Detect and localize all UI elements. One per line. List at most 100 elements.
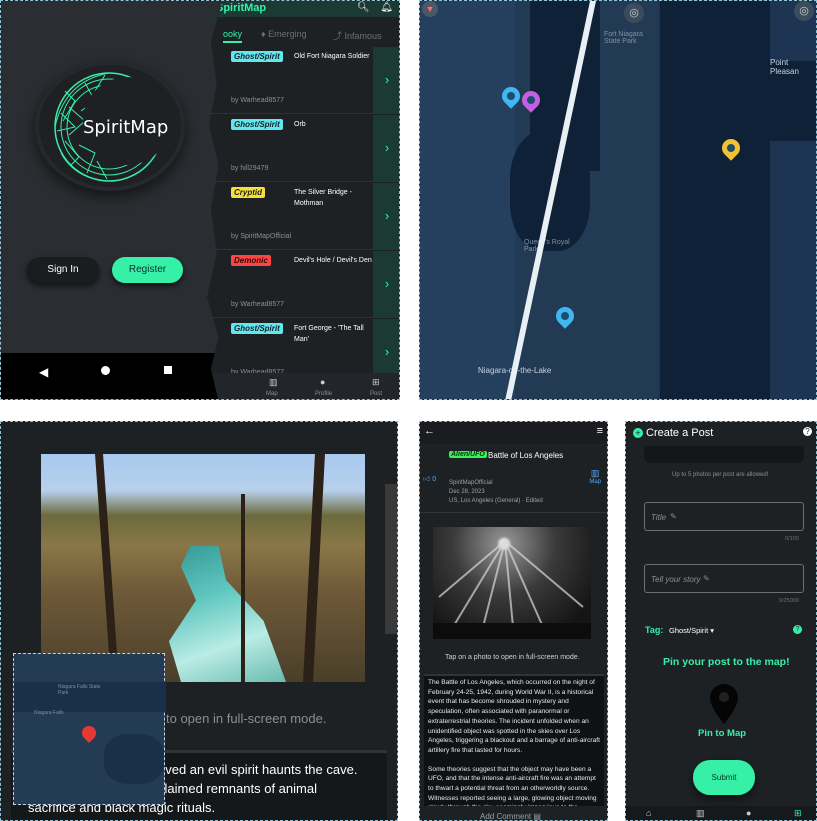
chevron-right-icon[interactable]: › — [373, 183, 399, 249]
trend-icon: ⤴ — [333, 31, 345, 41]
map-label-point: Point Pleasan — [770, 58, 799, 76]
recent-apps-icon[interactable] — [164, 366, 172, 374]
fullscreen-hint: to open in full-screen mode. — [166, 711, 327, 726]
map-icon[interactable]: ▥ — [269, 377, 278, 388]
title-count: 0/100 — [785, 536, 799, 542]
photo-view-panel: to open in full-screen mode. eved an evi… — [0, 421, 398, 821]
fullscreen-hint: Tap on a photo to open in full-screen mo… — [445, 654, 580, 661]
feed-screen: SpiritMap 🔍︎ 🔔︎ ooky ♦ Emerging ⤴ Infamo… — [207, 1, 399, 399]
photo-tree — [303, 454, 325, 682]
feed-post-row[interactable]: Ghost/SpiritOld Fort Niagara Soldier11by… — [207, 47, 399, 114]
lake-area — [420, 1, 515, 399]
post-title: Devil's Hole / Devil's Den — [294, 257, 372, 264]
post-body-text: The Battle of Los Angeles, which occurre… — [428, 679, 600, 811]
map-shortcut[interactable]: ▥ Map — [589, 468, 601, 485]
title-input[interactable]: Title ✎ — [644, 502, 804, 531]
thumbs-up-icon: 👍︎ — [423, 476, 431, 483]
nav-map-label[interactable]: Map — [266, 391, 278, 397]
sign-in-button[interactable]: Sign In — [27, 257, 99, 283]
chevron-right-icon[interactable]: › — [373, 47, 399, 113]
back-icon[interactable]: ◀ — [39, 365, 48, 379]
back-arrow-icon[interactable]: ← — [424, 425, 435, 437]
inset-label-falls: Niagara Falls — [34, 710, 64, 716]
like-count[interactable]: 👍︎ 0 — [423, 474, 436, 483]
photo-tree — [95, 454, 119, 682]
post-tag: Ghost/Spirit — [231, 119, 283, 130]
tab-emerging[interactable]: ♦ Emerging — [261, 29, 307, 39]
login-screen: SpiritMap Sign In Register ◀ — [1, 1, 223, 399]
menu-icon[interactable]: ≡ — [597, 425, 603, 437]
inset-label-park: Niagara Falls State Park — [58, 684, 101, 696]
post-location: US, Los Angeles (General) · Edited — [449, 498, 543, 504]
tab-spooky[interactable]: ooky — [223, 29, 243, 43]
post-tag: Ghost/Spirit — [231, 323, 283, 334]
create-post-title: Create a Post — [646, 427, 714, 439]
detail-top-bar: ← ≡ — [420, 422, 607, 444]
feed-post-row[interactable]: Demonic Devil's Hole / Devil's Den by Warh… — [207, 251, 399, 318]
tab-infamous[interactable]: ⤴ Infamous — [333, 29, 382, 42]
story-input[interactable]: Tell your story ✎ — [644, 564, 804, 593]
register-button[interactable]: Register — [112, 257, 183, 283]
pin-to-map-label[interactable]: Pin to Map — [698, 728, 746, 739]
post-icon[interactable]: ⊞ — [372, 377, 380, 388]
android-nav-bar: ◀ — [1, 353, 223, 399]
photo-upload-area[interactable] — [644, 446, 804, 463]
feed-post-row[interactable]: Cryptid The Silver Bridge - Mothman by Spi… — [207, 183, 399, 250]
locate-icon-2[interactable]: ◎ — [794, 1, 814, 21]
map-icon[interactable]: ▥ — [696, 808, 705, 819]
add-comment-button[interactable]: Add Comment ▤ — [480, 812, 541, 821]
map-icon: ▥ — [590, 468, 600, 478]
bell-icon[interactable]: 🔔︎ — [380, 2, 393, 13]
nav-post-label[interactable]: Post — [370, 391, 382, 397]
bottom-nav: ⌂ ▥ ● ⊞ — [626, 806, 816, 820]
post-author: by Warhead8577 — [231, 97, 285, 104]
next-photo-peek[interactable] — [385, 484, 397, 634]
compass-icon[interactable]: ▼ — [422, 1, 438, 17]
post-title: Battle of Los Angeles — [488, 451, 564, 460]
chevron-right-icon[interactable]: › — [373, 115, 399, 181]
post-title: Fort George - 'The Tall Man' — [294, 325, 364, 343]
help-icon[interactable]: ? — [803, 427, 812, 436]
post-author[interactable]: SpiritMapOfficial — [449, 480, 493, 486]
post-tag: Ghost/Spirit — [231, 51, 283, 62]
post-author: by SpiritMapOfficial — [231, 233, 292, 240]
divider — [420, 512, 607, 513]
feed-tabs: ooky ♦ Emerging ⤴ Infamous — [207, 25, 399, 43]
post-photo[interactable] — [433, 527, 591, 639]
chevron-right-icon[interactable]: › — [373, 251, 399, 317]
post-title: Orb — [294, 121, 306, 128]
inset-map[interactable]: Niagara Falls State Park Niagara Falls — [13, 653, 166, 805]
map-label-fort-niagara: Fort Niagara State Park — [604, 31, 643, 45]
inset-river — [104, 734, 164, 784]
tag-help-icon[interactable]: ? — [793, 625, 802, 634]
app-bar-icons: 🔍︎ 🔔︎ — [357, 2, 393, 13]
submit-button[interactable]: Submit — [693, 760, 755, 795]
map-label-queens-park: Queen's Royal Park — [524, 239, 570, 253]
home-icon[interactable]: ⌂ — [646, 808, 651, 818]
pencil-icon: ✎ — [670, 512, 677, 521]
app-title: SpiritMap — [216, 2, 267, 14]
profile-icon[interactable]: ● — [746, 808, 751, 818]
post-icon[interactable]: ⊞ — [794, 808, 802, 819]
pencil-icon: ✎ — [703, 574, 710, 583]
post-photo[interactable] — [41, 454, 365, 682]
home-icon[interactable] — [101, 366, 110, 375]
bottom-nav: ▥ Map ● Profile ⊞ Post — [207, 373, 399, 399]
profile-icon[interactable]: ● — [320, 377, 325, 387]
post-title: Old Fort Niagara Soldier — [294, 53, 370, 60]
post-author: by Warhead8577 — [231, 301, 285, 308]
map-panel: Fort Niagara State Park Queen's Royal Pa… — [419, 0, 817, 400]
post-detail-panel: ← ≡ 👍︎ 0 Alien/UFO Battle of Los Angeles… — [419, 421, 608, 821]
photo-tree — [241, 494, 245, 682]
inset-map-pin[interactable] — [79, 723, 99, 743]
search-icon[interactable]: 🔍︎ — [357, 2, 370, 13]
login-feed-panel: SpiritMap Sign In Register ◀ SpiritMap 🔍… — [0, 0, 400, 400]
nav-profile-label[interactable]: Profile — [315, 391, 332, 397]
tag-select[interactable]: Ghost/Spirit ▾ — [669, 626, 714, 635]
feed-post-row[interactable]: Ghost/SpiritOrb9by hill29479› — [207, 115, 399, 182]
post-title: The Silver Bridge - Mothman — [294, 189, 352, 207]
comment-icon: ▤ — [533, 812, 541, 821]
locate-icon[interactable]: ◎ — [624, 3, 644, 23]
chevron-down-icon: ▾ — [710, 626, 715, 635]
map-pin-icon[interactable] — [710, 684, 738, 724]
